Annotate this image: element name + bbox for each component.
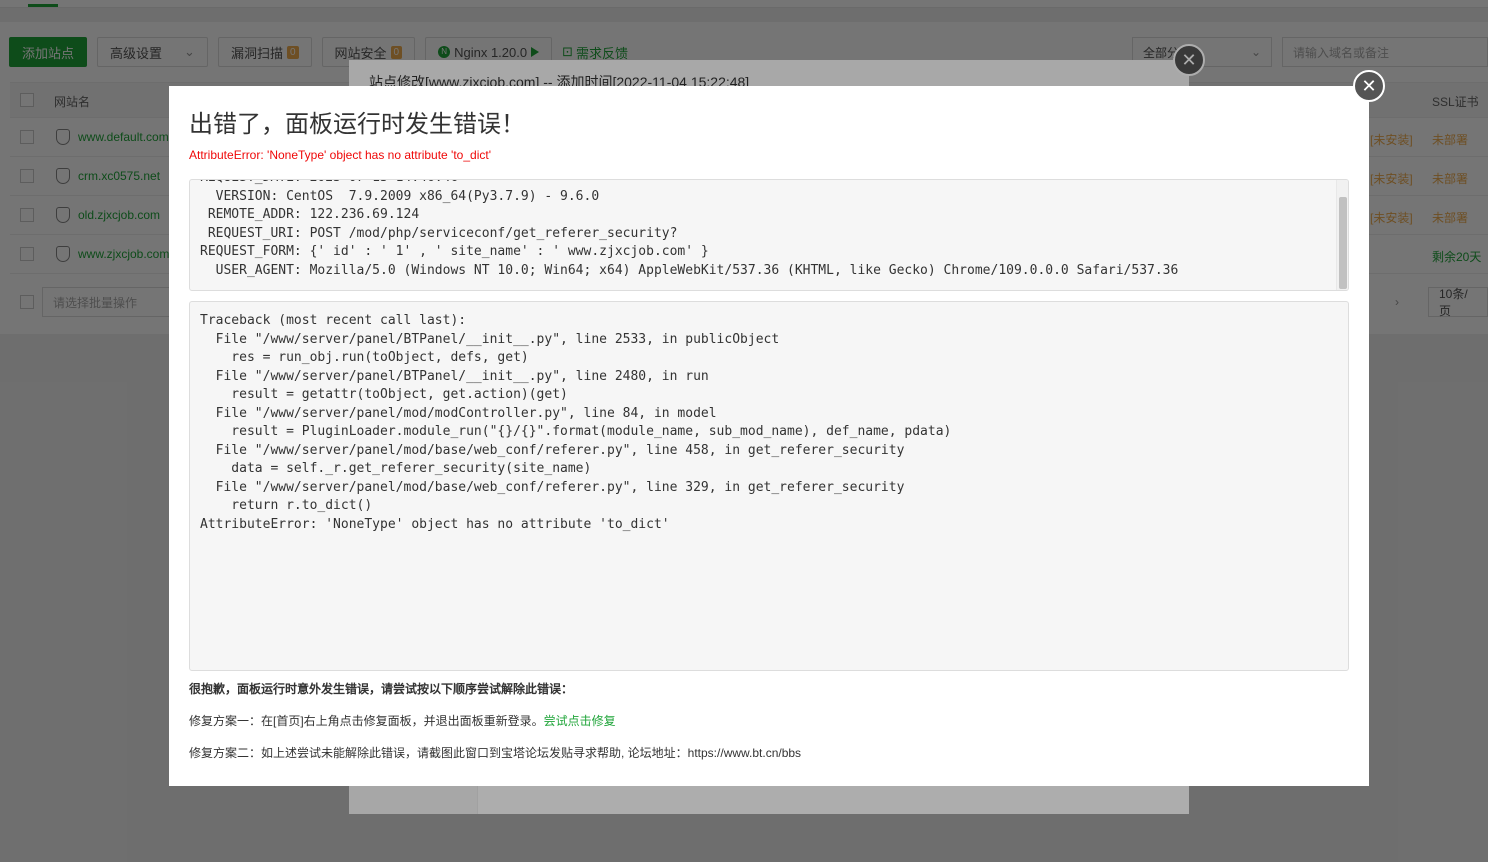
request-info-box[interactable]: REQUEST_DATE: 2023-07-13 14:46:46 VERSIO… <box>189 179 1349 291</box>
close-icon[interactable]: ✕ <box>1353 70 1385 102</box>
error-summary: AttributeError: 'NoneType' object has no… <box>189 148 491 162</box>
traceback-text: Traceback (most recent call last): File … <box>200 313 952 532</box>
help-solution-2: 修复方案二：如上述尝试未能解除此错误，请截图此窗口到宝塔论坛发贴寻求帮助, 论坛… <box>189 746 802 760</box>
try-fix-link[interactable]: 尝试点击修复 <box>544 714 616 728</box>
help-solution-1: 修复方案一：在[首页]右上角点击修复面板，并退出面板重新登录。尝试点击修复 <box>189 712 616 729</box>
error-title: 出错了，面板运行时发生错误！ <box>189 111 525 138</box>
help-heading: 很抱歉，面板运行时意外发生错误，请尝试按以下顺序尝试解除此错误： <box>189 682 574 696</box>
error-dialog: 出错了，面板运行时发生错误！ AttributeError: 'NoneType… <box>169 86 1369 786</box>
scrollbar-thumb[interactable] <box>1339 197 1347 289</box>
traceback-box[interactable]: Traceback (most recent call last): File … <box>189 301 1349 671</box>
request-info-text: REQUEST_DATE: 2023-07-13 14:46:46 VERSIO… <box>200 180 1179 278</box>
request-info-scrollbar[interactable] <box>1336 180 1348 290</box>
help-solution-1-text: 修复方案一：在[首页]右上角点击修复面板，并退出面板重新登录。 <box>189 714 544 728</box>
